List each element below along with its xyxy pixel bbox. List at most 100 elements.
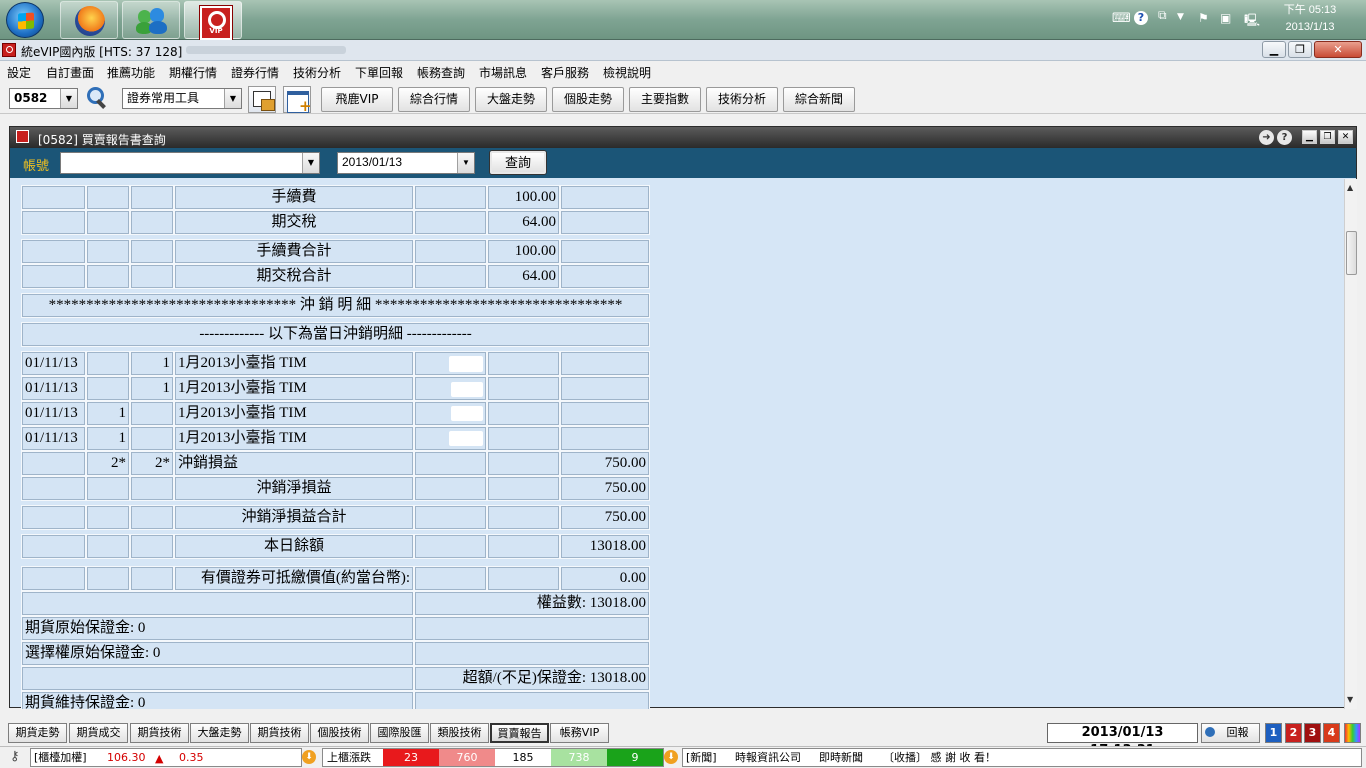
close-button[interactable]: ✕ (1314, 41, 1362, 58)
breadth-down: 738 (551, 749, 607, 766)
color-palette-icon[interactable] (1344, 723, 1361, 743)
clock-time: 下午 05:13 (1283, 4, 1337, 16)
table-cell (130, 476, 174, 501)
redacted-price (451, 382, 483, 397)
child-minimize-button[interactable]: ▁ (1302, 130, 1317, 144)
scroll-down-icon[interactable]: ▼ (1347, 695, 1353, 704)
report-table: 手續費 100.00 期交稅 64.00 手續費合計 100.00 期交稅合計 … (20, 179, 1344, 709)
menu-view-help[interactable]: 檢視說明 (603, 64, 651, 81)
menu-account-query[interactable]: 帳務查詢 (417, 64, 465, 81)
layout-button-1[interactable]: 1 (1265, 723, 1282, 743)
network-tray-icon[interactable]: 🖳 (1244, 11, 1260, 32)
table-cell (487, 566, 560, 591)
scroll-up-icon[interactable]: ▲ (1347, 183, 1353, 192)
menu-settings[interactable]: 設定 (7, 64, 31, 81)
breadth-unchanged: 185 (495, 749, 551, 766)
minimize-button[interactable]: ▁ (1262, 41, 1286, 58)
chevron-down-icon[interactable]: ▼ (457, 153, 474, 173)
reply-button[interactable]: 回報 (1201, 723, 1260, 743)
child-close-button[interactable]: ✕ (1338, 130, 1353, 144)
window-tray-icon[interactable]: ⧉ (1158, 8, 1167, 23)
keyboard-tray-icon[interactable]: ⌨ (1112, 11, 1131, 26)
trade-price-cell (414, 351, 487, 376)
messenger-taskbar-button[interactable] (122, 1, 180, 39)
app-title: 統eVIP國內版 [HTS: 37 128] (21, 45, 183, 59)
table-cell (130, 505, 174, 530)
child-title-bar: [0582] 買賣報告書查詢 ➜ ? ▁ ❐ ✕ (10, 127, 1356, 148)
news-kind: 即時新聞 (819, 751, 863, 764)
table-cell (21, 591, 414, 616)
toolbar-button-stock-trend[interactable]: 個股走勢 (552, 87, 624, 112)
toolbar-button-news[interactable]: 綜合新聞 (783, 87, 855, 112)
restore-button[interactable]: ❐ (1288, 41, 1312, 58)
ticker-toggle-icon[interactable]: ⬇ (302, 750, 316, 764)
toolbar-button-main-indices[interactable]: 主要指數 (629, 87, 701, 112)
query-button[interactable]: 查詢 (490, 151, 546, 174)
toolbar-button-feilu-vip[interactable]: 飛鹿VIP (321, 87, 393, 112)
chevron-down-icon[interactable]: ▼ (60, 89, 77, 108)
menu-futures-quotes[interactable]: 期權行情 (169, 64, 217, 81)
news-ticker[interactable]: [新聞] 時報資訊公司 即時新聞 〔收播〕 感 謝 收 看！ (682, 748, 1362, 767)
system-datetime: 2013/01/13 17:13:31 (1047, 723, 1198, 758)
menu-stock-quotes[interactable]: 證券行情 (231, 64, 279, 81)
help-icon[interactable]: ? (1277, 130, 1292, 145)
tray-expand-icon[interactable]: ▼ (1177, 12, 1184, 22)
bottom-button-trade-report[interactable]: 買賣報告 (490, 723, 549, 743)
layout-button-4[interactable]: 4 (1323, 723, 1340, 743)
fee-value: 100.00 (487, 185, 560, 210)
menu-technical-analysis[interactable]: 技術分析 (293, 64, 341, 81)
bottom-button-account-vip[interactable]: 帳務VIP (550, 723, 609, 743)
bottom-button-sector-technical[interactable]: 類股技術 (430, 723, 489, 743)
search-icon[interactable] (86, 86, 108, 110)
menu-custom-screen[interactable]: 自訂畫面 (46, 64, 94, 81)
function-code-combo[interactable]: 0582 ▼ (9, 88, 78, 109)
key-icon: ⚷ (10, 749, 20, 764)
menu-order-report[interactable]: 下單回報 (355, 64, 403, 81)
chevron-down-icon[interactable]: ▼ (302, 153, 319, 173)
trade-date: 01/11/13 (21, 426, 86, 451)
bottom-button-futures-trades[interactable]: 期貨成交 (69, 723, 128, 743)
add-window-button[interactable]: + (283, 86, 312, 114)
forward-icon[interactable]: ➜ (1259, 130, 1274, 145)
net-pnl-total-value: 750.00 (560, 505, 650, 530)
table-cell (414, 505, 487, 530)
bottom-button-futures-technical-2[interactable]: 期貨技術 (250, 723, 309, 743)
help-tray-icon[interactable]: ? (1134, 11, 1148, 25)
menu-recommended[interactable]: 推薦功能 (107, 64, 155, 81)
layout-button-2[interactable]: 2 (1285, 723, 1302, 743)
vertical-scrollbar[interactable]: ▲ ▼ (1344, 179, 1357, 709)
trade-price-cell (414, 426, 487, 451)
bottom-button-stock-technical[interactable]: 個股技術 (310, 723, 369, 743)
taskbar-clock[interactable]: 下午 05:13 2013/1/13 (1275, 2, 1345, 36)
safely-remove-tray-icon[interactable]: ▣ (1220, 11, 1231, 25)
firefox-icon (75, 6, 105, 36)
trade-buy-qty: 1 (86, 426, 130, 451)
bottom-button-market-trend[interactable]: 大盤走勢 (190, 723, 249, 743)
otc-breadth-ticker: 上櫃漲跌 23 760 185 738 9 (322, 748, 664, 767)
breadth-limit-down: 9 (607, 749, 663, 766)
menu-customer-service[interactable]: 客戶服務 (541, 64, 589, 81)
date-picker[interactable]: 2013/01/13 ▼ (337, 152, 475, 174)
toolbar-button-technical-analysis[interactable]: 技術分析 (706, 87, 778, 112)
child-maximize-button[interactable]: ❐ (1320, 130, 1335, 144)
toolbar-button-overview-quotes[interactable]: 綜合行情 (398, 87, 470, 112)
bottom-button-futures-technical[interactable]: 期貨技術 (130, 723, 189, 743)
scroll-thumb[interactable] (1346, 231, 1357, 275)
account-select[interactable]: ▼ (60, 152, 320, 174)
menu-market-news[interactable]: 市場訊息 (479, 64, 527, 81)
chevron-down-icon[interactable]: ▼ (224, 89, 241, 108)
start-button[interactable] (6, 2, 44, 38)
table-cell (21, 239, 86, 264)
toolbar-button-market-trend[interactable]: 大盤走勢 (475, 87, 547, 112)
evip-taskbar-button[interactable]: VIP (184, 1, 242, 40)
firefox-taskbar-button[interactable] (60, 1, 118, 39)
flag-tray-icon[interactable]: ⚑ (1198, 11, 1209, 25)
trade-date: 01/11/13 (21, 376, 86, 401)
offset-buy-total: 2* (86, 451, 130, 476)
layout-button-3[interactable]: 3 (1304, 723, 1321, 743)
tool-select[interactable]: 證券常用工具 ▼ (122, 88, 242, 109)
tools-icon-button[interactable] (248, 86, 276, 113)
bottom-button-futures-trend[interactable]: 期貨走勢 (8, 723, 67, 743)
bottom-button-intl-stocks-fx[interactable]: 國際股匯 (370, 723, 429, 743)
ticker-toggle-icon[interactable]: ⬇ (664, 750, 678, 764)
